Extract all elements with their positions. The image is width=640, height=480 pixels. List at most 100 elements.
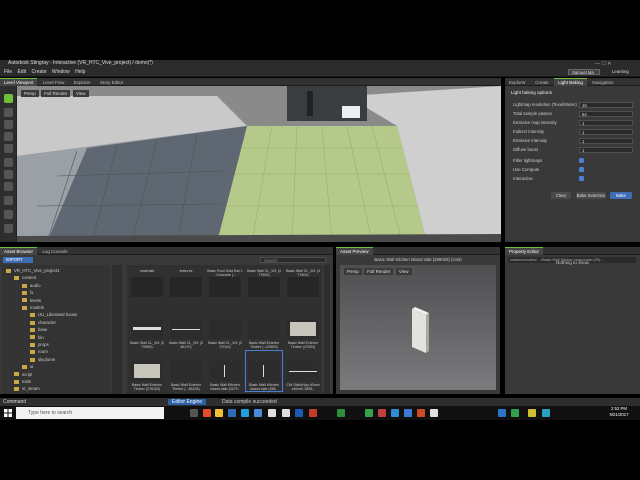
windows-start-icon[interactable] [4, 409, 12, 417]
tree-item[interactable]: room [30, 348, 48, 355]
tree-item[interactable]: tools [14, 378, 31, 385]
play-icon[interactable] [4, 94, 13, 103]
import-button[interactable]: IMPORT [3, 257, 33, 263]
app-icon-6[interactable] [309, 409, 317, 417]
chrome-icon[interactable] [203, 409, 211, 417]
indirect-intensity-field[interactable]: 1 [579, 129, 633, 135]
asset-tile[interactable]: textures [168, 267, 204, 307]
camera-icon[interactable] [4, 182, 13, 191]
tree-item[interactable]: audio [22, 282, 41, 289]
tree-item[interactable]: script [14, 371, 32, 378]
bake-button[interactable]: Bake [610, 192, 632, 199]
tree-item[interactable]: models [22, 304, 44, 311]
diffuse-boost-field[interactable]: 1 [579, 147, 633, 153]
use-compute-checkbox[interactable] [579, 167, 584, 172]
app-icon-14[interactable] [498, 409, 506, 417]
tree-item[interactable]: vr_steam [14, 385, 40, 392]
revit-icon[interactable] [228, 409, 236, 417]
asset-tile[interactable]: Basic Wall Kitchen Island slab (286.. [245, 350, 283, 392]
asset-tile[interactable]: Basic Wall CL_W1 (3 79969) [129, 309, 165, 349]
clear-button[interactable]: Clear [551, 192, 571, 199]
sample-passes-field[interactable]: 64 [579, 111, 633, 117]
asset-search-input[interactable]: Search [260, 257, 326, 263]
asset-tile[interactable]: Basic Wall CL_W1 (3 46170) [168, 309, 204, 349]
asset-tile[interactable]: Basic Wall Exterior Timber (47004) [285, 309, 321, 349]
tree-item[interactable]: fx [22, 289, 33, 296]
emissive-intensity-field[interactable]: 1 [579, 138, 633, 144]
app-icon-4[interactable] [282, 409, 290, 417]
asset-tile[interactable]: CW Stair(Hop 40mm x40mm 3895.. [285, 351, 321, 391]
settings-icon[interactable] [4, 224, 13, 233]
task-view-icon[interactable] [190, 409, 198, 417]
app-icon-1[interactable] [241, 409, 249, 417]
tree-item[interactable]: levels [22, 297, 41, 304]
menu-create[interactable]: Create [31, 67, 46, 77]
command-label[interactable]: Command [3, 398, 26, 406]
preview-view-button[interactable]: View [395, 268, 412, 275]
app-icon-2[interactable] [254, 409, 262, 417]
menu-help[interactable]: Help [75, 67, 85, 77]
rotate-tool-icon[interactable] [4, 132, 13, 141]
tree-item[interactable]: UU_Liberated house [30, 311, 77, 318]
asset-preview-viewport[interactable] [340, 265, 496, 390]
tree-item[interactable]: bin [30, 334, 44, 341]
interactive-checkbox[interactable] [579, 176, 584, 181]
app-icon-8[interactable] [365, 409, 373, 417]
app-icon-3[interactable] [268, 409, 276, 417]
app-icon-7[interactable] [337, 409, 345, 417]
tree-item[interactable]: content [14, 274, 36, 281]
full-render-button[interactable]: Full Render [41, 90, 71, 97]
tab-property-editor[interactable]: Property Editor [505, 247, 544, 255]
emissive-map-intensity-field[interactable]: 1 [579, 120, 633, 126]
bake-selection-button[interactable]: Bake Selection [576, 192, 606, 199]
stingray-icon[interactable] [542, 409, 550, 417]
tree-item[interactable]: base [30, 326, 47, 333]
taskbar-search-input[interactable]: Type here to search [16, 407, 164, 419]
tab-level-viewport[interactable]: Level Viewport [0, 78, 38, 86]
app-icon-16[interactable] [528, 409, 536, 417]
scale-tool-icon[interactable] [4, 144, 13, 153]
menu-window[interactable]: Window [52, 67, 70, 77]
asset-tile[interactable]: Basic Wall CL_W1 (4 77604) [285, 267, 321, 307]
lightmap-resolution-field[interactable]: 16 [579, 102, 633, 108]
grid-icon[interactable] [4, 170, 13, 179]
explorer-folder-icon[interactable] [215, 409, 223, 417]
filter-lightmaps-checkbox[interactable] [579, 158, 584, 163]
learning-link[interactable]: Learning [612, 69, 629, 75]
tree-item[interactable]: character [30, 319, 56, 326]
preview-full-render-button[interactable]: Full Render [364, 268, 394, 275]
grid-scrollbar[interactable] [324, 265, 330, 394]
app-icon-9[interactable] [378, 409, 386, 417]
tree-item[interactable]: props [30, 341, 49, 348]
tree-scrollbar[interactable] [112, 265, 122, 394]
asset-tile[interactable]: Basic Wall Exterior Timber (.. 68126) [168, 351, 204, 391]
tree-item[interactable]: ui [22, 363, 33, 370]
menu-edit[interactable]: Edit [17, 67, 26, 77]
measure-icon[interactable] [4, 210, 13, 219]
app-icon-13[interactable] [430, 409, 438, 417]
asset-tile[interactable]: Basic Roof Gold Bar 1 - Concrete (... [207, 267, 243, 307]
tab-log-console[interactable]: Log Console [38, 248, 71, 256]
app-icon-5[interactable] [295, 409, 303, 417]
account-dropdown[interactable]: Samuel Ma [568, 69, 600, 75]
app-icon-10[interactable] [391, 409, 399, 417]
menu-file[interactable]: File [4, 67, 12, 77]
view-button[interactable]: View [72, 90, 89, 97]
move-tool-icon[interactable] [4, 120, 13, 129]
asset-tile[interactable]: Basic Wall CL_W1 (4 77600) [246, 267, 282, 307]
app-icon-11[interactable] [404, 409, 412, 417]
tab-light-baking[interactable]: Light Baking [554, 78, 587, 86]
persp-button[interactable]: Persp [21, 90, 39, 97]
snap-icon[interactable] [4, 158, 13, 167]
tree-item[interactable]: skydome [30, 356, 55, 363]
asset-tile[interactable]: materials [129, 267, 165, 307]
app-icon-15[interactable] [511, 409, 519, 417]
tab-asset-browser[interactable]: Asset Browser [0, 247, 38, 255]
paint-icon[interactable] [4, 196, 13, 205]
asset-tile[interactable]: Basic Wall Exterior Timber (..(43603) [246, 309, 282, 349]
asset-tile[interactable]: Basic Wall CL_W1 (3 37010) [207, 309, 243, 349]
preview-persp-button[interactable]: Persp [344, 268, 362, 275]
tab-asset-preview[interactable]: Asset Preview [336, 247, 373, 255]
tree-item[interactable]: VR_HTC_Vive_project1 [6, 267, 60, 274]
asset-tile[interactable]: Basic Wall Exterior Timber (278183) [129, 351, 165, 391]
